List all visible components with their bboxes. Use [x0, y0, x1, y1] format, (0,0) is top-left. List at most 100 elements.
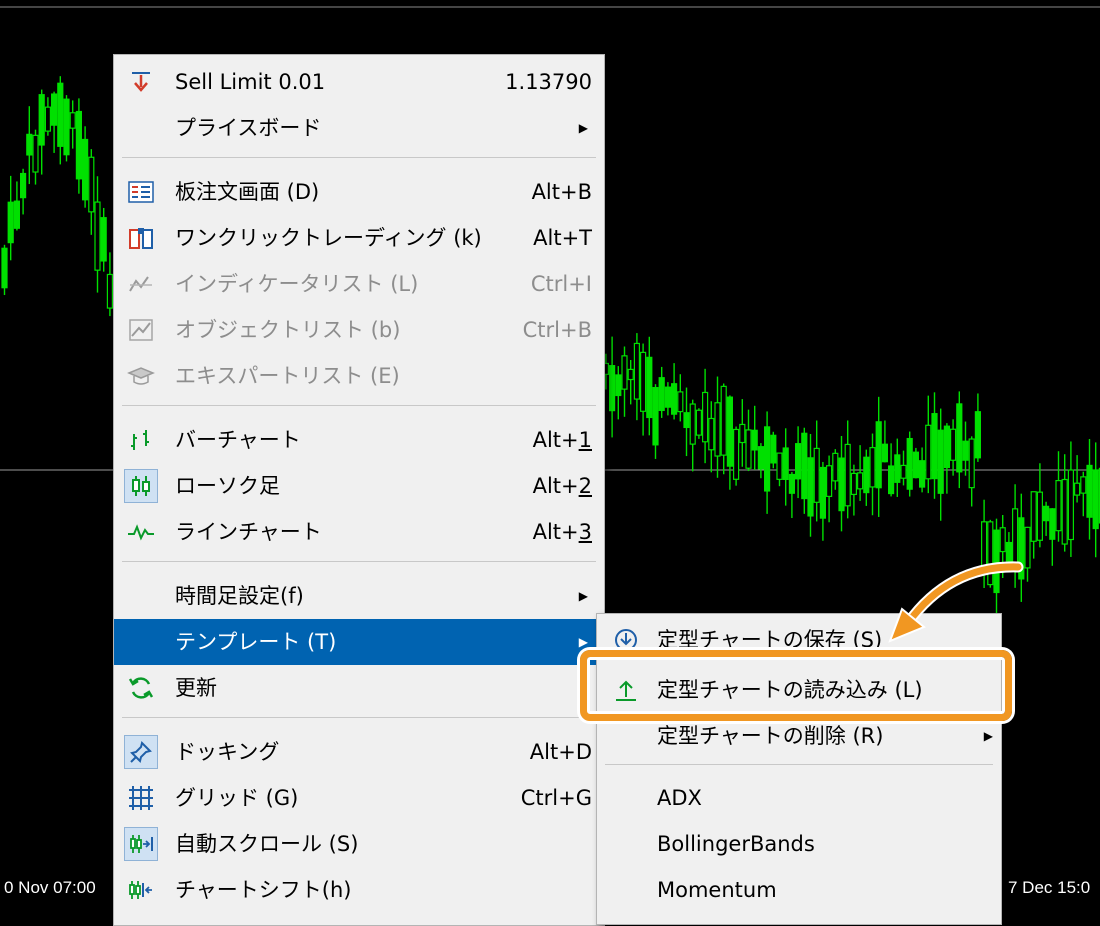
candle-body: [869, 447, 876, 488]
menu-item-candlestick[interactable]: ローソク足 Alt+2: [114, 463, 604, 509]
indicator-list-icon: [124, 267, 158, 301]
candle-body: [26, 133, 33, 156]
menu-separator: [122, 157, 596, 158]
menu-item-label: 時間足設定(f): [175, 584, 304, 608]
menu-item-line-chart[interactable]: ラインチャート Alt+3: [114, 509, 604, 555]
submenu-item-template-adx[interactable]: ADX: [597, 775, 1001, 821]
menu-item-one-click-trading[interactable]: ワンクリックトレーディング (k) Alt+T: [114, 215, 604, 261]
candle-body: [720, 385, 727, 456]
candlestick-icon: [124, 469, 158, 503]
menu-item-bar-chart[interactable]: バーチャート Alt+1: [114, 417, 604, 463]
candle-body: [776, 452, 783, 480]
candle-body: [50, 93, 58, 126]
candle-body: [788, 473, 796, 494]
menu-item-refresh[interactable]: 更新: [114, 665, 604, 711]
menu-item-label: テンプレート (T): [175, 630, 337, 654]
candle-body: [974, 411, 982, 459]
candle-body: [751, 429, 758, 451]
candle-body: [695, 409, 703, 436]
candle-body: [819, 466, 827, 519]
highlight-box: [580, 650, 1012, 721]
menu-item-timeframe[interactable]: 時間足設定(f) ▶: [114, 573, 604, 619]
candle-body: [943, 425, 951, 469]
candle-body: [782, 447, 789, 481]
menu-separator: [122, 405, 596, 406]
candle-body: [670, 383, 678, 415]
candle-body: [825, 465, 833, 497]
submenu-item-template-momentum[interactable]: Momentum: [597, 867, 1001, 913]
candle-body: [20, 172, 27, 199]
candle-body: [646, 356, 653, 419]
menu-item-label: 自動スクロール (S): [175, 832, 359, 856]
menu-separator: [122, 717, 596, 718]
candle-body: [708, 417, 715, 451]
candle-body: [906, 437, 913, 490]
candle-body: [900, 464, 907, 479]
candle-body: [931, 413, 938, 480]
candle-body: [844, 443, 851, 507]
menu-item-label: バーチャート: [175, 428, 301, 452]
time-axis-label-right: 7 Dec 15:0: [1004, 876, 1095, 900]
order-book-icon: [124, 175, 158, 209]
candle-body: [807, 457, 814, 517]
candle-body: [962, 440, 969, 461]
menu-item-shortcut: Alt+B: [531, 180, 592, 204]
menu-item-label: Sell Limit 0.01: [175, 70, 326, 94]
menu-item-chart-shift[interactable]: チャートシフト(h): [114, 867, 604, 913]
menu-separator: [122, 561, 596, 562]
menu-item-label: インディケータリスト (L): [175, 272, 419, 296]
chart-shift-icon: [124, 873, 158, 907]
menu-item-label: BollingerBands: [657, 832, 815, 856]
submenu-item-template-bollinger[interactable]: BollingerBands: [597, 821, 1001, 867]
menu-item-shortcut: Ctrl+G: [520, 786, 592, 810]
menu-item-label: ワンクリックトレーディング (k): [175, 226, 482, 250]
candle-body: [1086, 464, 1093, 518]
menu-item-label: Momentum: [657, 878, 777, 902]
candle-body: [894, 454, 901, 483]
candle-body: [633, 342, 641, 400]
candle-body: [7, 201, 14, 244]
candle-body: [912, 451, 920, 479]
one-click-trading-icon: [124, 221, 158, 255]
menu-item-expert-list[interactable]: エキスパートリスト (E): [114, 353, 604, 399]
candle-body: [677, 391, 684, 413]
line-chart-icon: [124, 515, 158, 549]
candle-body: [701, 391, 709, 443]
candle-body: [88, 156, 95, 213]
callout-arrow-icon: [888, 561, 1024, 643]
graduation-cap-icon: [124, 359, 158, 393]
menu-item-indicator-list[interactable]: インディケータリスト (L) Ctrl+I: [114, 261, 604, 307]
candle-body: [1067, 469, 1075, 541]
menu-item-price-board[interactable]: プライスボード ▶: [114, 105, 604, 151]
menu-item-grid[interactable]: グリッド (G) Ctrl+G: [114, 775, 604, 821]
candle-body: [13, 200, 20, 229]
candle-body: [850, 472, 858, 496]
menu-item-autoscroll[interactable]: 自動スクロール (S): [114, 821, 604, 867]
candle-body: [763, 426, 771, 492]
refresh-icon: [124, 671, 158, 705]
candle-body: [968, 438, 975, 489]
menu-item-template[interactable]: テンプレート (T) ▶: [114, 619, 604, 665]
candle-body: [608, 365, 616, 412]
menu-item-shortcut: Ctrl+B: [522, 318, 592, 342]
candle-body: [75, 110, 83, 180]
candle-body: [956, 403, 963, 473]
candle-body: [94, 201, 101, 271]
candle-body: [794, 443, 802, 480]
candle-body: [652, 387, 659, 446]
menu-item-label: ドッキング: [175, 740, 280, 764]
menu-item-object-list[interactable]: オブジェクトリスト (b) Ctrl+B: [114, 307, 604, 353]
menu-item-order-screen[interactable]: 板注文画面 (D) Alt+B: [114, 169, 604, 215]
candle-body: [100, 217, 107, 262]
candle-body: [615, 374, 622, 397]
menu-item-sell-limit[interactable]: Sell Limit 0.01 1.13790: [114, 59, 604, 105]
menu-item-docking[interactable]: ドッキング Alt+D: [114, 729, 604, 775]
grid-icon: [124, 781, 158, 815]
menu-item-label: エキスパートリスト (E): [175, 364, 400, 388]
time-axis-label-left: 0 Nov 07:00: [0, 876, 100, 900]
candle-body: [81, 138, 89, 201]
candle-body: [726, 396, 734, 467]
candle-body: [627, 368, 634, 381]
menu-item-shortcut: Alt+D: [529, 740, 592, 764]
candle-body: [44, 106, 52, 132]
